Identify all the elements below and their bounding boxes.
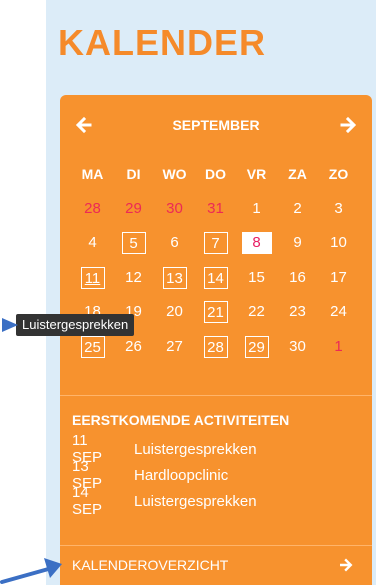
day-number: 16 (289, 268, 306, 286)
day-number: 28 (84, 199, 101, 217)
day-number: 9 (293, 234, 302, 252)
day-number: 29 (125, 199, 142, 217)
calendar-day[interactable]: 1 (318, 336, 359, 358)
weekday-header: MA DI WO DO VR ZA ZO (72, 157, 360, 192)
calendar-day[interactable]: 16 (277, 267, 318, 289)
day-number: 27 (166, 337, 183, 355)
day-number: 31 (207, 199, 224, 217)
day-number: 7 (203, 232, 228, 255)
pointer-arrow-icon (0, 558, 62, 584)
day-number: 3 (334, 199, 343, 217)
calendar-day-today[interactable]: 8 (236, 232, 277, 255)
calendar-day[interactable]: 20 (154, 301, 195, 323)
day-number: 1 (252, 199, 261, 217)
day-number: 11 (80, 266, 105, 289)
calendar-week-row: 28 29 30 31 1 2 3 (72, 192, 360, 227)
day-number: 21 (203, 301, 228, 324)
calendar-day[interactable]: 30 (277, 336, 318, 358)
calendar-day[interactable]: 12 (113, 267, 154, 289)
activity-name: Hardloopclinic (134, 466, 229, 484)
day-number: 25 (80, 335, 105, 358)
calendar-day-event[interactable]: 11 (72, 266, 113, 289)
calendar-day[interactable]: 3 (318, 198, 359, 220)
calendar-day[interactable]: 17 (318, 267, 359, 289)
calendar-day[interactable]: 27 (154, 336, 195, 358)
upcoming-heading: EERSTKOMENDE ACTIVITEITEN (72, 412, 290, 428)
activity-name: Luistergesprekken (134, 492, 257, 510)
month-navigation: SEPTEMBER (60, 115, 372, 137)
calendar-overview-link[interactable]: KALENDEROVERZICHT (72, 557, 362, 577)
day-number: 23 (289, 303, 306, 321)
weekday-label: MA (81, 166, 104, 183)
calendar-day[interactable]: 24 (318, 301, 359, 323)
calendar-day-event[interactable]: 14 (195, 266, 236, 289)
calendar-day-event[interactable]: 29 (236, 335, 277, 358)
calendar-widget: SEPTEMBER MA DI WO DO VR ZA ZO 28 29 30 31 1 2 3 4 5 6 7… (60, 95, 372, 585)
day-number: 8 (241, 232, 272, 255)
divider (60, 395, 372, 396)
day-number: 15 (248, 268, 265, 286)
divider (60, 545, 372, 546)
calendar-day-event[interactable]: 28 (195, 335, 236, 358)
day-number: 5 (121, 232, 146, 255)
calendar-day[interactable]: 1 (236, 198, 277, 220)
calendar-day[interactable]: 29 (113, 198, 154, 220)
day-number: 29 (244, 335, 269, 358)
calendar-day-event[interactable]: 13 (154, 266, 195, 289)
day-number: 30 (166, 199, 183, 217)
day-number: 10 (330, 234, 347, 252)
calendar-day[interactable]: 23 (277, 301, 318, 323)
calendar-day[interactable]: 31 (195, 198, 236, 220)
pointer-arrow-icon (2, 318, 18, 332)
calendar-day[interactable]: 22 (236, 301, 277, 323)
weekday-label: VR (246, 166, 267, 183)
day-number: 28 (203, 335, 228, 358)
calendar-day[interactable]: 28 (72, 198, 113, 220)
calendar-day-event[interactable]: 21 (195, 301, 236, 324)
calendar-day[interactable]: 4 (72, 232, 113, 254)
calendar-day-event[interactable]: 25 (72, 335, 113, 358)
day-number: 30 (289, 337, 306, 355)
calendar-day-event[interactable]: 5 (113, 232, 154, 255)
calendar-week-row: 11 12 13 14 15 16 17 (72, 261, 360, 296)
day-number: 13 (162, 266, 187, 289)
day-number: 2 (293, 199, 302, 217)
event-tooltip: Luistergesprekken (16, 314, 135, 336)
day-number: 4 (88, 234, 97, 252)
calendar-day[interactable]: 26 (113, 336, 154, 358)
day-number: 1 (334, 337, 343, 355)
activity-list: 11 SEP Luistergesprekken 13 SEP Hardloopcli… (72, 432, 362, 518)
activity-item[interactable]: 14 SEP Luistergesprekken (72, 484, 362, 518)
day-number: 14 (203, 266, 228, 289)
calendar-day[interactable]: 10 (318, 232, 359, 254)
activity-name: Luistergesprekken (134, 440, 257, 458)
activity-date: 14 SEP (72, 484, 103, 518)
weekday-label: DO (205, 166, 226, 183)
weekday-label: WO (162, 166, 187, 183)
day-number: 24 (330, 303, 347, 321)
day-number: 6 (170, 234, 179, 252)
calendar-week-row: 4 5 6 7 8 9 10 (72, 226, 360, 261)
calendar-overview-label: KALENDEROVERZICHT (72, 557, 229, 573)
arrow-right-icon (340, 558, 353, 572)
arrow-right-icon[interactable] (338, 115, 358, 135)
calendar-day[interactable]: 6 (154, 232, 195, 254)
weekday-label: ZO (328, 166, 349, 183)
calendar-day[interactable]: 15 (236, 267, 277, 289)
day-number: 22 (248, 303, 265, 321)
upcoming-activities: EERSTKOMENDE ACTIVITEITEN 11 SEP Luisterg… (72, 412, 362, 518)
calendar-day[interactable]: 9 (277, 232, 318, 254)
day-number: 12 (125, 268, 142, 286)
calendar-day-event[interactable]: 7 (195, 232, 236, 255)
day-number: 20 (166, 303, 183, 321)
weekday-label: ZA (288, 166, 307, 183)
day-number: 17 (330, 268, 347, 286)
calendar-day[interactable]: 2 (277, 198, 318, 220)
weekday-label: DI (126, 166, 141, 183)
month-label: SEPTEMBER (172, 117, 260, 133)
calendar-day[interactable]: 30 (154, 198, 195, 220)
day-number: 26 (125, 337, 142, 355)
page-title: KALENDER (58, 22, 267, 63)
